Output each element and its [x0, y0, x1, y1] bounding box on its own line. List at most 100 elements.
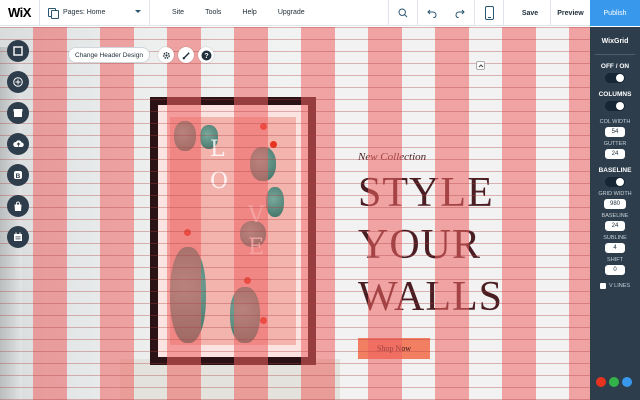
pages-label: Pages: Home: [63, 9, 106, 16]
undo-button[interactable]: [418, 0, 446, 26]
menu-upgrade[interactable]: Upgrade: [278, 9, 305, 16]
pages-icon: [48, 8, 59, 19]
headline-line: STYLE: [358, 170, 494, 216]
baseline-toggle[interactable]: [605, 177, 625, 187]
framed-poster[interactable]: L O V E: [150, 97, 316, 365]
bookings-icon: [14, 232, 22, 241]
swatch-green[interactable]: [609, 377, 619, 387]
cactus-shape: [174, 121, 196, 151]
publish-button[interactable]: Publish: [590, 0, 640, 26]
scroll-up-button[interactable]: [476, 61, 485, 70]
zoom-icon: [398, 8, 408, 18]
mobile-view-button[interactable]: [475, 0, 503, 26]
redo-button[interactable]: [446, 0, 474, 26]
chevron-down-icon: [135, 9, 141, 13]
shelf-image: [120, 359, 340, 400]
app-market-icon: [13, 109, 23, 117]
shift-input[interactable]: 0: [605, 265, 625, 275]
divider: [503, 0, 504, 26]
vlines-label: V LINES: [608, 283, 631, 289]
col-width-label: COL WIDTH: [599, 119, 631, 125]
undo-icon: [427, 9, 437, 18]
grid-toggle[interactable]: [605, 73, 625, 83]
swatch-blue[interactable]: [622, 377, 632, 387]
upload-icon: [12, 140, 24, 147]
swatch-red[interactable]: [596, 377, 606, 387]
svg-text:B: B: [16, 173, 21, 180]
shop-now-button[interactable]: Shop Now: [358, 338, 430, 359]
help-button[interactable]: ?: [198, 47, 214, 63]
flower-shape: [260, 317, 267, 324]
brush-icon: [182, 51, 190, 59]
design-button[interactable]: [178, 47, 194, 63]
panel-title: WixGrid: [601, 38, 629, 45]
preview-button[interactable]: Preview: [550, 0, 590, 26]
poster-mat: L O V E: [158, 105, 308, 357]
settings-button[interactable]: [158, 47, 174, 63]
mobile-icon: [484, 6, 494, 20]
cactus-shape: [230, 287, 260, 343]
gutter-input[interactable]: 24: [605, 149, 625, 159]
cactus-shape: [250, 147, 276, 181]
add-button[interactable]: [7, 71, 29, 93]
vlines-checkbox[interactable]: [599, 283, 606, 289]
pages-dropdown[interactable]: Pages: Home: [40, 0, 150, 26]
poster-art: L O V E: [170, 117, 296, 345]
baseline-input[interactable]: 24: [605, 221, 625, 231]
background-button[interactable]: [7, 40, 29, 62]
baseline-header: BASELINE: [598, 167, 632, 174]
divider: [595, 54, 635, 55]
bookings-button[interactable]: [7, 226, 29, 248]
subline-input[interactable]: 4: [605, 243, 625, 253]
cactus-shape: [266, 187, 284, 217]
shift-label: SHIFT: [607, 257, 623, 263]
save-button[interactable]: Save: [512, 0, 548, 26]
wix-logo[interactable]: WiX: [0, 0, 40, 26]
headline-line: WALLS: [358, 274, 503, 320]
tagline-text[interactable]: New Collection: [358, 151, 426, 163]
flower-shape: [244, 277, 251, 284]
cactus-shape: [170, 247, 206, 343]
toolbar-icons: [388, 0, 504, 26]
menu-tools[interactable]: Tools: [205, 9, 221, 16]
poster-letter: E: [248, 235, 265, 260]
headline-text[interactable]: STYLE YOUR WALLS: [358, 167, 503, 323]
change-header-design-button[interactable]: Change Header Design: [68, 47, 150, 63]
redo-icon: [455, 9, 465, 18]
subline-label: SUBLINE: [603, 235, 627, 241]
menu-help[interactable]: Help: [242, 9, 256, 16]
gear-icon: [162, 51, 170, 59]
svg-text:?: ?: [204, 53, 208, 60]
blog-icon: B: [14, 171, 22, 180]
grid-width-label: GRID WIDTH: [598, 191, 632, 197]
poster-letter: O: [210, 169, 229, 194]
editor-canvas[interactable]: L O V E New Collection STYLE YOUR WALLS …: [0, 27, 590, 400]
help-icon: ?: [201, 50, 211, 60]
menu-site[interactable]: Site: [172, 9, 184, 16]
headline-line: YOUR: [358, 222, 482, 268]
poster-letter: V: [248, 203, 264, 228]
store-icon: [14, 201, 22, 211]
col-width-input[interactable]: 54: [605, 127, 625, 137]
columns-toggle[interactable]: [605, 101, 625, 111]
grid-width-input[interactable]: 980: [604, 199, 626, 209]
background-icon: [13, 46, 23, 56]
wixgrid-panel: WixGrid OFF / ON COLUMNS COL WIDTH 54 GU…: [590, 27, 640, 400]
baseline-label: BASELINE: [601, 213, 629, 219]
add-icon: [13, 77, 23, 87]
store-button[interactable]: [7, 195, 29, 217]
flower-shape: [260, 123, 267, 130]
off-on-label: OFF / ON: [600, 63, 630, 70]
app-market-button[interactable]: [7, 102, 29, 124]
flower-shape: [270, 141, 277, 148]
top-bar: WiX Pages: Home Site Tools Help Upgrade …: [0, 0, 640, 26]
zoom-button[interactable]: [389, 0, 417, 26]
chevron-up-icon: [478, 63, 483, 67]
blog-button[interactable]: B: [7, 164, 29, 186]
upload-button[interactable]: [7, 133, 29, 155]
color-swatches: [596, 377, 635, 387]
vlines-option[interactable]: V LINES: [590, 283, 640, 289]
flower-shape: [184, 229, 191, 236]
columns-label: COLUMNS: [598, 91, 632, 98]
gutter-label: GUTTER: [603, 141, 627, 147]
